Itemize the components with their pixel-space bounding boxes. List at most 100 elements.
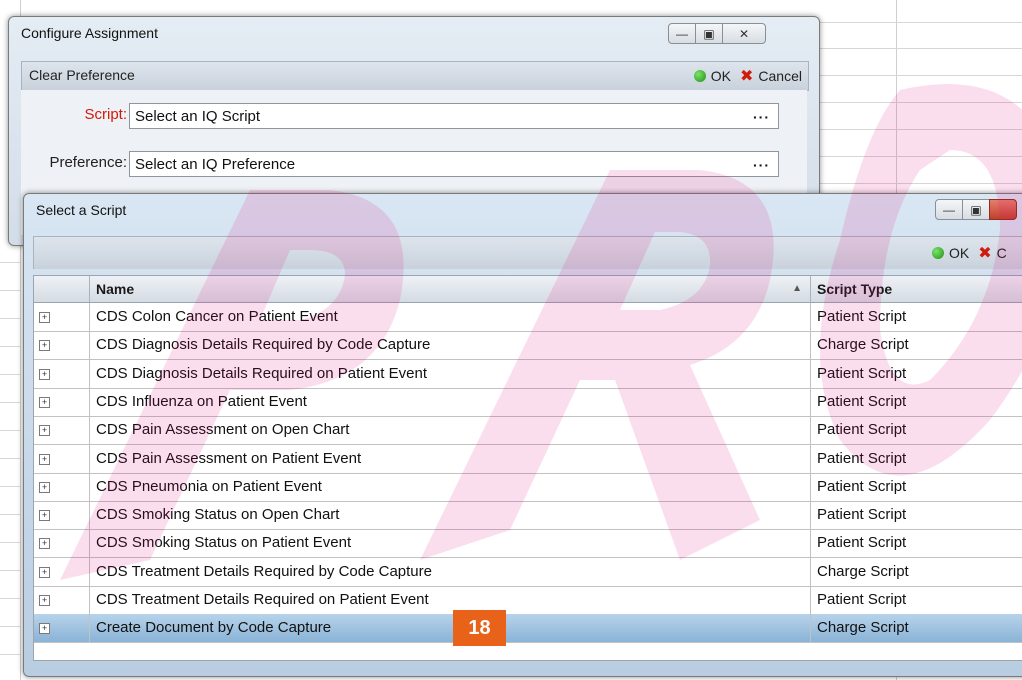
expand-icon[interactable]: + [39, 481, 50, 493]
expand-icon[interactable]: + [39, 368, 50, 380]
grid-line [0, 374, 20, 375]
minimize-icon[interactable]: — [935, 199, 963, 220]
ok-button[interactable]: OK [949, 245, 969, 261]
ok-icon[interactable] [693, 70, 706, 82]
table-row[interactable]: + CDS Smoking Status on Open Chart Patient… [34, 501, 1022, 531]
script-label: Script: [84, 106, 127, 123]
table-header: Name ▲ Script Type [34, 276, 1022, 303]
expand-icon[interactable]: + [39, 312, 50, 323]
cancel-button[interactable]: Cancel [758, 68, 802, 84]
grid-line [0, 458, 20, 459]
script-type-cell: Charge Script [817, 336, 909, 354]
grid-line [812, 22, 1022, 23]
cancel-icon[interactable]: ✖ [978, 243, 991, 263]
table-row[interactable]: + CDS Pneumonia on Patient Event Patient S… [34, 472, 1022, 502]
expander-cell: + [34, 614, 90, 643]
minimize-icon[interactable]: — [668, 23, 696, 44]
ok-cancel-group: OK ✖ Cancel [693, 62, 808, 90]
script-type-cell: Patient Script [817, 392, 907, 410]
cancel-icon[interactable]: ✖ [740, 66, 753, 86]
close-icon[interactable]: ✕ [722, 23, 766, 44]
close-icon[interactable] [989, 199, 1017, 220]
script-field[interactable]: Select an IQ Script ··· [129, 103, 779, 129]
preference-value: Select an IQ Preference [135, 156, 296, 173]
table-row[interactable]: + CDS Treatment Details Required on Patie… [34, 586, 1022, 615]
table-row[interactable]: + Create Document by Code Capture Charge S… [34, 614, 1022, 644]
script-value: Select an IQ Script [135, 108, 261, 125]
sort-ascending-icon[interactable]: ▲ [792, 276, 802, 302]
clear-preference-label[interactable]: Clear Preference [29, 67, 135, 83]
expander-cell: + [34, 501, 90, 530]
script-name-cell: CDS Treatment Details Required on Patien… [90, 586, 811, 614]
expand-icon[interactable]: + [39, 340, 50, 352]
grid-line [0, 542, 20, 543]
window-title: Configure Assignment [21, 25, 158, 41]
table-row[interactable]: + CDS Smoking Status on Patient Event Pati… [34, 529, 1022, 559]
maximize-icon[interactable]: ▣ [962, 199, 990, 220]
script-name-cell: CDS Pneumonia on Patient Event [90, 472, 811, 501]
expand-icon[interactable]: + [39, 538, 50, 550]
expand-icon[interactable]: + [39, 623, 50, 635]
table-row[interactable]: + CDS Pain Assessment on Open Chart Patien… [34, 416, 1022, 446]
ok-icon[interactable] [932, 247, 944, 259]
expander-column-header [34, 276, 90, 302]
grid-line [0, 514, 20, 515]
expand-icon[interactable]: + [39, 396, 50, 408]
ok-button[interactable]: OK [711, 68, 731, 84]
name-column-header[interactable]: Name ▲ [90, 276, 811, 302]
window-title: Select a Script [36, 202, 127, 218]
grid-line [0, 262, 20, 263]
script-name-cell: CDS Colon Cancer on Patient Event [90, 303, 811, 331]
table-row[interactable]: + CDS Diagnosis Details Required on Patie… [34, 359, 1022, 389]
script-type-cell: Patient Script [817, 477, 907, 495]
script-name-cell: CDS Treatment Details Required by Code C… [90, 557, 811, 586]
select-script-window: Select a Script — ▣ OK ✖ C Name ▲ Script… [23, 193, 1022, 677]
grid-line [0, 654, 20, 655]
expand-icon[interactable]: + [39, 425, 50, 437]
script-name-cell: CDS Pain Assessment on Patient Event [90, 444, 811, 473]
grid-line [0, 346, 20, 347]
script-type-cell: Patient Script [817, 534, 907, 552]
window-controls: — ▣ ✕ [668, 23, 766, 44]
expand-icon[interactable]: + [39, 453, 50, 465]
script-type-cell: Patient Script [817, 364, 907, 382]
expander-cell: + [34, 557, 90, 586]
expander-cell: + [34, 359, 90, 388]
grid-line [812, 102, 1022, 103]
table-row[interactable]: + CDS Treatment Details Required by Code … [34, 557, 1022, 587]
script-type-column-label: Script Type [817, 281, 893, 297]
table-row[interactable]: + CDS Diagnosis Details Required by Code … [34, 331, 1022, 361]
script-name-cell: Create Document by Code Capture [90, 614, 811, 643]
expand-icon[interactable]: + [39, 566, 50, 578]
cancel-button[interactable]: C [997, 245, 1007, 261]
expand-icon[interactable]: + [39, 595, 50, 606]
grid-line [0, 626, 20, 627]
table-row[interactable]: + CDS Colon Cancer on Patient Event Patien… [34, 303, 1022, 332]
expander-cell: + [34, 444, 90, 473]
expander-cell: + [34, 529, 90, 558]
grid-line [0, 290, 20, 291]
grid-line [812, 156, 1022, 157]
grid-line [0, 402, 20, 403]
expander-cell: + [34, 303, 90, 331]
maximize-icon[interactable]: ▣ [695, 23, 723, 44]
script-type-cell: Patient Script [817, 421, 907, 439]
select-header-bar: OK ✖ C [33, 236, 1022, 269]
empty-row [34, 643, 1022, 660]
table-row[interactable]: + CDS Influenza on Patient Event Patient S… [34, 387, 1022, 417]
script-browse-button[interactable]: ··· [753, 104, 770, 130]
grid-line [812, 183, 1022, 184]
script-type-cell: Patient Script [817, 308, 907, 325]
preference-field[interactable]: Select an IQ Preference ··· [129, 151, 779, 177]
script-name-cell: CDS Smoking Status on Open Chart [90, 501, 811, 530]
grid-line [0, 598, 20, 599]
name-column-label: Name [96, 281, 135, 297]
script-name-cell: CDS Smoking Status on Patient Event [90, 529, 811, 558]
grid-line [0, 430, 20, 431]
script-type-column-header[interactable]: Script Type [811, 276, 1022, 302]
preference-browse-button[interactable]: ··· [753, 152, 770, 178]
table-row[interactable]: + CDS Pain Assessment on Patient Event Pat… [34, 444, 1022, 474]
script-name-cell: CDS Diagnosis Details Required by Code C… [90, 331, 811, 360]
expand-icon[interactable]: + [39, 510, 50, 522]
grid-line [0, 570, 20, 571]
